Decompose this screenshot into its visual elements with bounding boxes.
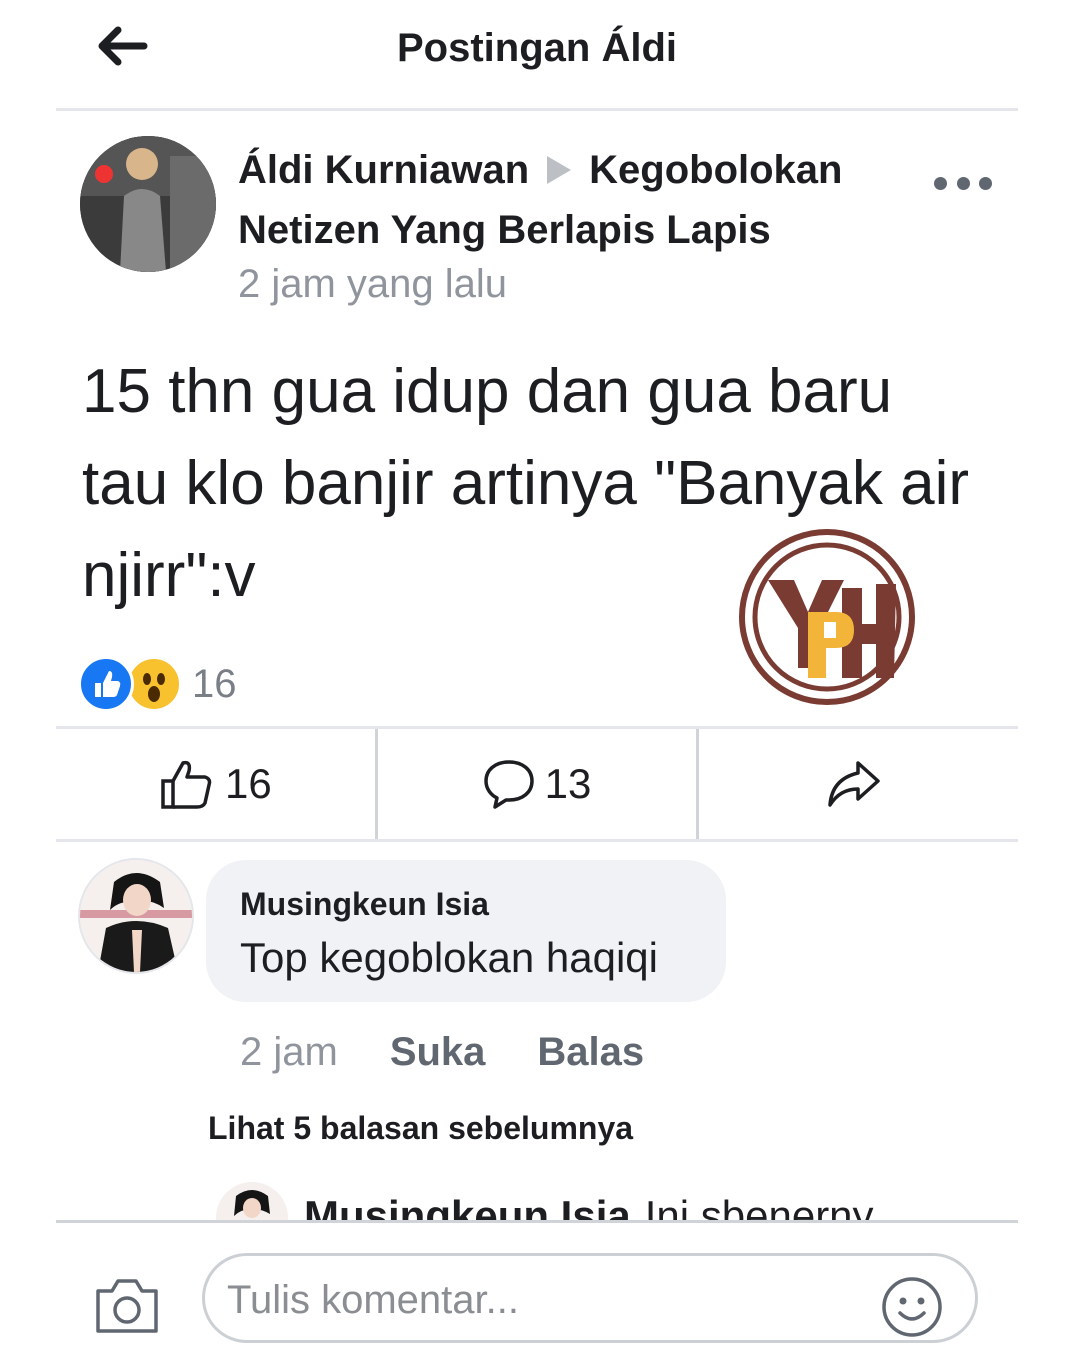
dot-icon (934, 176, 947, 190)
commenter-avatar[interactable] (78, 858, 194, 974)
speech-bubble-icon (483, 760, 534, 809)
comment-text: Top kegoblokan haqiqi (240, 934, 658, 981)
commenter-name[interactable]: Musingkeun Isia (240, 886, 489, 923)
share-button[interactable] (696, 729, 1018, 839)
reply-text: Ini sbenerny (644, 1192, 874, 1220)
commenter-avatar-image (80, 860, 192, 972)
smiley-icon (882, 1277, 942, 1337)
action-bar: 16 13 (56, 726, 1018, 842)
post-timestamp[interactable]: 2 jam yang lalu (238, 262, 507, 307)
comment-like-button[interactable]: Suka (390, 1030, 486, 1075)
share-arrow-icon (827, 761, 880, 807)
reaction-count: 16 (192, 661, 237, 706)
like-reaction-icon (78, 656, 134, 712)
right-triangle-icon (547, 156, 572, 185)
comment-bubble[interactable]: Musingkeun Isia Top kegoblokan haqiqi (206, 860, 726, 1002)
dot-icon (979, 176, 992, 190)
watermark-logo (738, 528, 916, 706)
more-options-button[interactable] (934, 172, 992, 194)
reply-author-name[interactable]: Musingkeun Isia (304, 1192, 631, 1220)
emoji-button[interactable] (880, 1275, 944, 1339)
comment-composer: Tulis komentar... (56, 1220, 1018, 1343)
author-avatar[interactable] (80, 136, 216, 272)
like-button[interactable]: 16 (56, 729, 375, 839)
author-name[interactable]: Áldi Kurniawan (238, 148, 529, 192)
dot-icon (956, 176, 970, 190)
reaction-summary[interactable]: 16 (78, 656, 237, 712)
comment-time: 2 jam (240, 1030, 338, 1074)
post-author-line: Áldi Kurniawan Kegobolokan Netizen Yang B… (238, 140, 918, 260)
camera-icon (96, 1279, 158, 1333)
author-avatar-image (80, 136, 216, 272)
comment-meta: 2 jam Suka Balas (240, 1030, 644, 1075)
reply-preview[interactable]: Musingkeun Isia Ini sbenerny (216, 1180, 976, 1220)
page-title: Postingan Áldi (397, 26, 677, 70)
view-previous-replies-link[interactable]: Lihat 5 balasan sebelumnya (208, 1110, 633, 1147)
camera-button[interactable] (94, 1277, 160, 1335)
comment-reply-button[interactable]: Balas (537, 1030, 644, 1075)
wow-reaction-icon (126, 656, 182, 712)
comment-input[interactable]: Tulis komentar... (202, 1253, 978, 1343)
comment-button[interactable]: 13 (374, 729, 697, 839)
post-screen: Postingan Áldi Áldi Kurniawan Kegobolokan… (56, 0, 1018, 1343)
comment-count: 13 (544, 760, 592, 807)
like-count: 16 (224, 760, 272, 807)
top-bar: Postingan Áldi (56, 0, 1018, 111)
reply-text-line: Musingkeun Isia Ini sbenerny (304, 1192, 874, 1220)
thumbs-up-icon (161, 760, 212, 809)
reply-avatar (216, 1182, 288, 1220)
comment-input-placeholder: Tulis komentar... (227, 1278, 519, 1322)
